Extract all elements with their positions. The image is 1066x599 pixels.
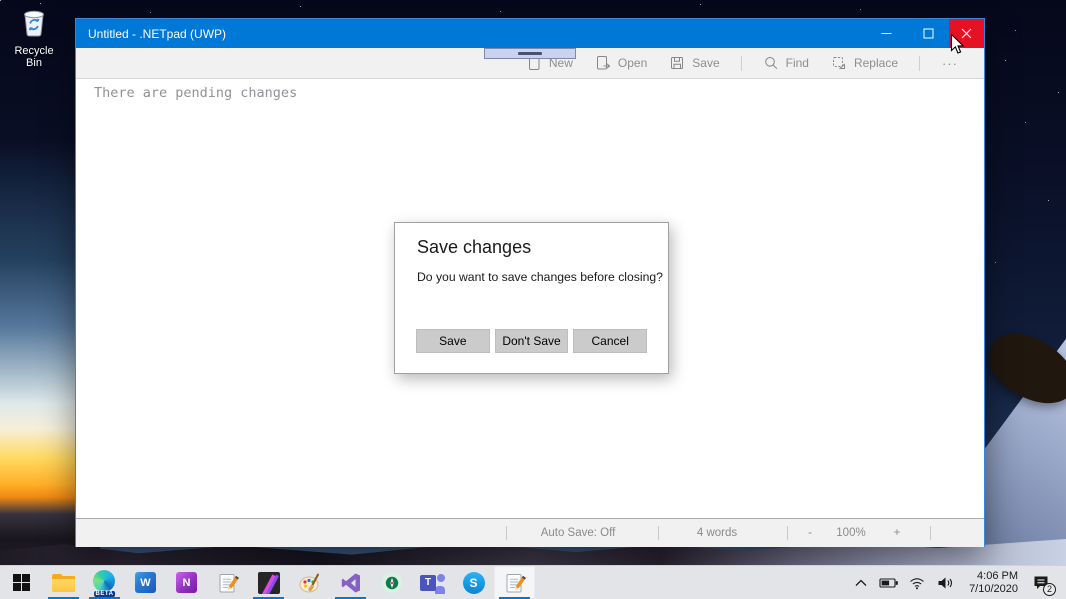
taskbar-icon-skype[interactable]: S xyxy=(453,566,494,599)
recycle-bin-shortcut[interactable]: Recycle Bin xyxy=(6,6,62,69)
save-button[interactable]: Save xyxy=(658,48,730,78)
title-bar[interactable]: Untitled - .NETpad (UWP) xyxy=(76,19,984,59)
maximize-button[interactable] xyxy=(907,19,949,48)
paint-icon xyxy=(299,573,319,592)
open-label: Open xyxy=(617,56,648,70)
dialog-dont-save-button[interactable]: Don't Save xyxy=(494,329,569,353)
zoom-out-button[interactable]: - xyxy=(798,519,822,547)
tray-time: 4:06 PM xyxy=(977,569,1018,582)
taskbar-icon-android-studio[interactable] xyxy=(371,566,412,599)
replace-icon xyxy=(832,57,845,70)
system-tray: 4:06 PM 7/10/2020 2 xyxy=(848,566,1066,599)
open-button[interactable]: Open xyxy=(584,48,658,78)
find-button[interactable]: Find xyxy=(752,48,820,78)
maximize-icon xyxy=(923,28,933,39)
taskbar-icon-notepad[interactable] xyxy=(207,566,248,599)
taskbar-empty-area xyxy=(535,566,848,599)
battery-icon xyxy=(879,577,898,588)
replace-label: Replace xyxy=(853,56,898,70)
find-icon xyxy=(764,57,777,70)
minimize-button[interactable] xyxy=(865,19,907,48)
onenote-icon: N xyxy=(176,572,197,593)
status-bar: Auto Save: Off 4 words - 100% + xyxy=(76,518,984,547)
visual-studio-icon xyxy=(341,573,360,592)
taskbar-icon-teams[interactable]: T xyxy=(412,566,453,599)
taskbar-icon-netpad-active[interactable] xyxy=(494,566,535,599)
chevron-up-icon xyxy=(855,579,867,586)
autosave-status: Auto Save: Off xyxy=(540,527,616,539)
speaker-icon xyxy=(938,577,953,588)
taskbar: BETA W N T S 4:06 PM 7/10/2020 2 xyxy=(0,565,1066,599)
wifi-icon xyxy=(910,577,924,589)
statusbar-separator xyxy=(930,526,931,540)
file-explorer-icon xyxy=(52,573,75,592)
find-label: Find xyxy=(785,56,809,70)
word-icon: W xyxy=(135,572,156,593)
tray-date: 7/10/2020 xyxy=(969,582,1018,595)
taskbar-icon-visual-studio[interactable] xyxy=(330,566,371,599)
edge-beta-icon: BETA xyxy=(92,569,117,597)
statusbar-separator xyxy=(787,526,788,540)
taskbar-icon-file-explorer[interactable] xyxy=(43,566,84,599)
android-studio-icon xyxy=(381,572,402,593)
zoom-in-button[interactable]: + xyxy=(885,519,909,547)
notepad-icon xyxy=(219,573,239,592)
zoom-level: 100% xyxy=(836,527,866,539)
statusbar-separator xyxy=(506,526,507,540)
document-text: There are pending changes xyxy=(94,85,298,101)
save-changes-dialog: Save changes Do you want to save changes… xyxy=(394,222,669,374)
window-title: Untitled - .NETpad (UWP) xyxy=(88,26,227,41)
action-center-button[interactable]: 2 xyxy=(1024,566,1058,599)
mouse-cursor xyxy=(950,33,965,54)
tray-network-button[interactable] xyxy=(904,566,930,599)
minimize-icon xyxy=(881,33,891,34)
taskbar-icon-edge-beta[interactable]: BETA xyxy=(84,566,125,599)
edge-beta-badge: BETA xyxy=(93,590,116,597)
tray-volume-button[interactable] xyxy=(932,566,958,599)
save-label: Save xyxy=(692,56,720,70)
start-button[interactable] xyxy=(0,566,43,599)
tray-clock[interactable]: 4:06 PM 7/10/2020 xyxy=(960,570,1022,596)
drag-handle-tab[interactable] xyxy=(484,48,576,59)
netpad-icon xyxy=(506,573,526,592)
teams-letter: T xyxy=(420,574,436,591)
desktop: Recycle Bin Untitled - .NETpad (UWP) New… xyxy=(0,0,1066,599)
wallpaper-stars xyxy=(0,0,1,1)
taskbar-icon-photo-editor[interactable] xyxy=(248,566,289,599)
tray-chevron-button[interactable] xyxy=(848,566,874,599)
tray-battery-button[interactable] xyxy=(876,566,902,599)
dialog-message: Do you want to save changes before closi… xyxy=(417,270,663,284)
recycle-bin-label: Recycle Bin xyxy=(14,45,54,69)
taskbar-icon-onenote[interactable]: N xyxy=(166,566,207,599)
taskbar-icon-word[interactable]: W xyxy=(125,566,166,599)
replace-button[interactable]: Replace xyxy=(820,48,909,78)
drag-handle-dash xyxy=(518,52,542,55)
photo-editor-icon xyxy=(257,571,280,594)
taskbar-icon-paint[interactable] xyxy=(289,566,330,599)
toolbar-separator xyxy=(740,55,742,71)
recycle-bin-icon xyxy=(24,10,44,37)
word-count: 4 words xyxy=(696,527,738,539)
toolbar-separator xyxy=(919,55,920,71)
skype-icon: S xyxy=(462,571,485,594)
windows-start-icon xyxy=(13,574,30,591)
teams-icon: T xyxy=(420,572,445,594)
dialog-title: Save changes xyxy=(417,237,532,257)
dialog-save-button[interactable]: Save xyxy=(416,329,490,353)
open-file-icon xyxy=(596,56,611,70)
notification-badge: 2 xyxy=(1043,582,1056,596)
save-icon xyxy=(671,57,684,69)
dialog-cancel-button[interactable]: Cancel xyxy=(573,329,648,353)
